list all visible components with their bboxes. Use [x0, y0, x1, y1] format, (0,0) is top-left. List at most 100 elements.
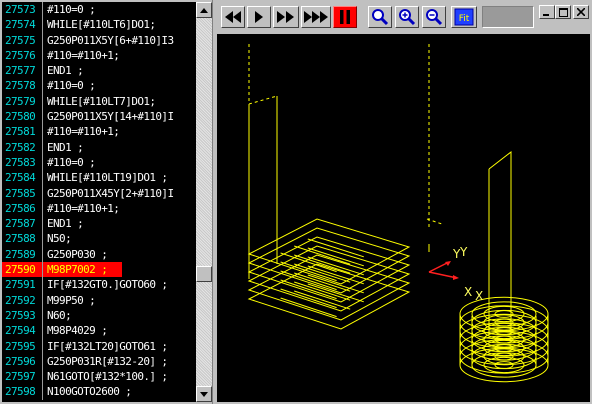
axis-y-label-2: Y — [459, 245, 468, 259]
simulation-toolbar: Fit — [215, 0, 592, 34]
gutter-separator — [42, 384, 43, 400]
gutter-separator — [42, 109, 43, 125]
gutter-separator — [42, 353, 43, 370]
code-line[interactable]: 27589 G250P030 ; — [2, 246, 196, 263]
gutter-separator — [42, 323, 43, 339]
line-number: 27598 — [5, 385, 36, 399]
code-line[interactable]: 27598 N100GOTO2600 ; — [2, 384, 196, 400]
line-number: 27580 — [5, 110, 36, 124]
code-line[interactable]: 27597 N61GOTO[#132*100.] ; — [2, 369, 196, 385]
code-line[interactable]: 27579 WHILE[#110LT7]DO1; — [2, 93, 196, 110]
gutter-separator — [42, 2, 43, 18]
line-number: 27586 — [5, 201, 36, 215]
play-button[interactable] — [247, 6, 271, 28]
code-line[interactable]: 27573 #110=0 ; — [2, 2, 196, 18]
code-line[interactable]: 27574 WHILE[#110LT6]DO1; — [2, 17, 196, 33]
gutter-separator — [42, 185, 43, 201]
zoom-in-icon — [399, 9, 416, 26]
rewind-button[interactable] — [221, 6, 245, 28]
zoom-button[interactable] — [368, 6, 392, 28]
code-line-current[interactable]: 27590 M98P7002 ; — [2, 262, 196, 278]
work-coordinate-axes: Y Y X X — [428, 245, 483, 303]
code-line[interactable]: 27583 #110=0 ; — [2, 154, 196, 171]
code-line[interactable]: 27594 M98P4029 ; — [2, 323, 196, 339]
nc-program-listing[interactable]: 27573 #110=0 ; 27574 WHILE[#110LT6]DO1; 2757… — [2, 2, 196, 402]
line-code: G250P011X45Y[2+#110]I — [47, 186, 174, 200]
gutter-separator — [42, 154, 43, 171]
code-line[interactable]: 27584 WHILE[#110LT19]DO1 ; — [2, 170, 196, 186]
maximize-button[interactable] — [555, 5, 571, 19]
code-line[interactable]: 27575 G250P011X5Y[6+#110]I3 — [2, 32, 196, 48]
gutter-separator — [42, 47, 43, 64]
circular-pocket-toolpath — [459, 296, 549, 383]
3d-view-canvas[interactable]: Y Y X X — [217, 34, 590, 402]
scroll-down-button[interactable] — [196, 386, 212, 402]
line-number: 27583 — [5, 155, 36, 169]
rewind-icon — [225, 11, 241, 23]
line-code: #110=0 ; — [47, 155, 96, 169]
line-number: 27585 — [5, 186, 36, 200]
code-line[interactable]: 27586 #110=#110+1; — [2, 200, 196, 217]
line-code: N100GOTO2600 ; — [47, 385, 132, 399]
gutter-separator — [42, 262, 43, 278]
code-line[interactable]: 27588 N50; — [2, 231, 196, 247]
pocket-pass-line — [307, 238, 364, 258]
code-line[interactable]: 27577 END1 ; — [2, 63, 196, 79]
code-line[interactable]: 27593 N60; — [2, 307, 196, 324]
scroll-up-button[interactable] — [196, 2, 212, 18]
scroll-thumb[interactable] — [196, 266, 212, 282]
pocket-layer-outline — [247, 218, 411, 285]
line-code: G250P030 ; — [47, 247, 108, 261]
line-code: IF[#132GT0.]GOTO60 ; — [47, 278, 168, 292]
line-number: 27596 — [5, 354, 36, 368]
zoom-out-icon — [426, 9, 443, 26]
pause-icon — [340, 10, 350, 24]
gutter-separator — [42, 277, 43, 293]
axis-x-label-2: X — [475, 289, 483, 303]
gutter-separator — [42, 170, 43, 186]
magnifier-icon — [372, 9, 389, 26]
code-pane: 27573 #110=0 ; 27574 WHILE[#110LT6]DO1; 2757… — [0, 0, 213, 404]
code-line[interactable]: 27592 M99P50 ; — [2, 292, 196, 308]
code-line[interactable]: 27580 G250P011X5Y[14+#110]I — [2, 109, 196, 125]
line-code: #110=#110+1; — [47, 48, 120, 62]
code-line[interactable]: 27596 G250P031R[#132-20] ; — [2, 353, 196, 370]
line-code: END1 ; — [47, 64, 84, 78]
maximize-icon — [558, 7, 568, 17]
gutter-separator — [42, 32, 43, 48]
close-button[interactable] — [573, 5, 589, 19]
line-code: #110=0 ; — [47, 79, 96, 93]
line-number: 27578 — [5, 79, 36, 93]
axis-x-label: X — [464, 285, 472, 299]
fast-forward-button[interactable] — [273, 6, 299, 28]
line-number: 27595 — [5, 339, 36, 353]
rectangular-pocket-toolpath — [247, 218, 411, 330]
line-number: 27576 — [5, 48, 36, 62]
code-line[interactable]: 27595 IF[#132LT20]GOTO61 ; — [2, 338, 196, 354]
pause-button[interactable] — [333, 6, 357, 28]
code-line[interactable]: 27587 END1 ; — [2, 216, 196, 232]
code-line[interactable]: 27581 #110=#110+1; — [2, 124, 196, 140]
line-number: 27575 — [5, 33, 36, 47]
line-code: M99P50 ; — [47, 293, 96, 307]
zoom-out-button[interactable] — [422, 6, 446, 28]
code-line[interactable]: 27591 IF[#132GT0.]GOTO60 ; — [2, 277, 196, 293]
fast-forward-icon — [277, 11, 294, 23]
line-code: G250P011X5Y[6+#110]I3 — [47, 33, 174, 47]
code-line[interactable]: 27585 G250P011X45Y[2+#110]I — [2, 185, 196, 201]
gutter-separator — [42, 307, 43, 324]
code-line[interactable]: 27576 #110=#110+1; — [2, 47, 196, 64]
arrow-down-icon — [200, 391, 208, 397]
zoom-in-button[interactable] — [395, 6, 419, 28]
line-number: 27579 — [5, 94, 36, 108]
code-scrollbar[interactable] — [196, 2, 212, 402]
fit-button[interactable]: Fit — [451, 6, 477, 28]
fastest-forward-button[interactable] — [301, 6, 331, 28]
line-number: 27593 — [5, 308, 36, 322]
minimize-button[interactable] — [539, 5, 555, 19]
code-line[interactable]: 27582 END1 ; — [2, 139, 196, 155]
line-number: 27588 — [5, 232, 36, 246]
code-line[interactable]: 27578 #110=0 ; — [2, 78, 196, 94]
line-code: IF[#132LT20]GOTO61 ; — [47, 339, 168, 353]
fit-icon: Fit — [454, 8, 474, 26]
